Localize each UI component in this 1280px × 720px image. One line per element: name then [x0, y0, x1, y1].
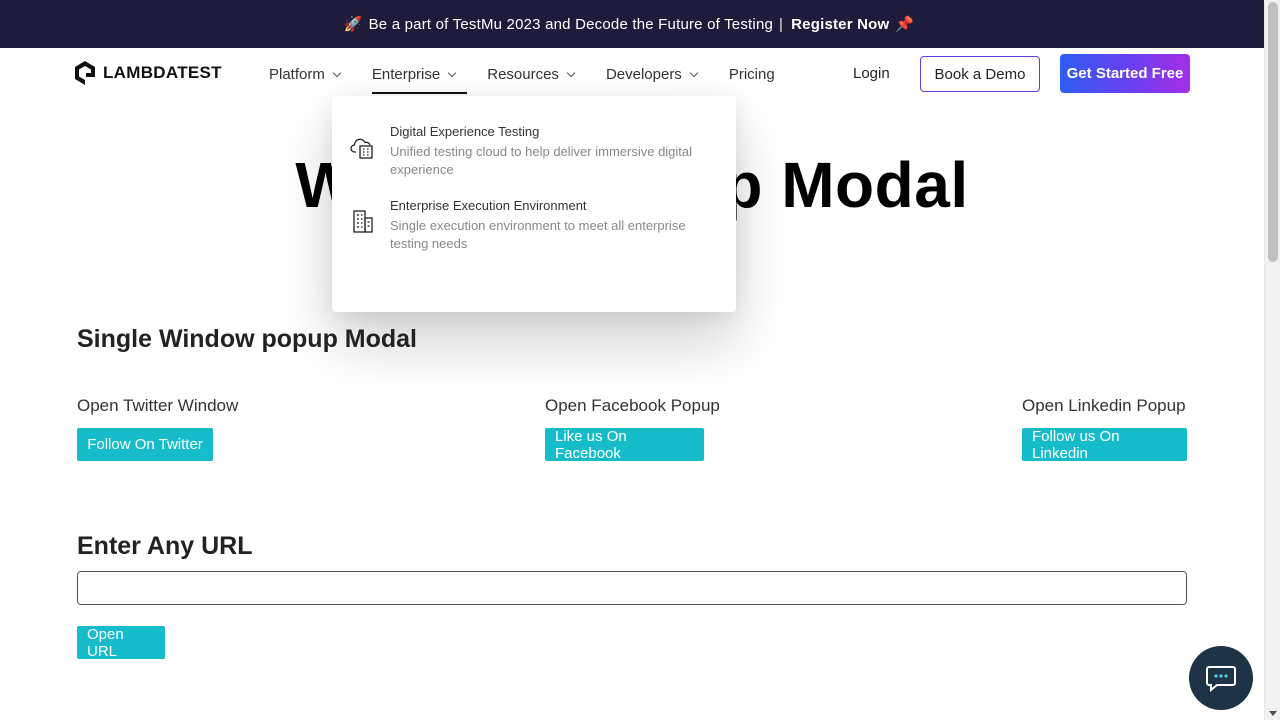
- login-link[interactable]: Login: [853, 65, 890, 82]
- rocket-icon: 🚀: [343, 16, 363, 33]
- nav-item-developers[interactable]: Developers: [605, 48, 699, 100]
- chat-widget-button[interactable]: [1189, 646, 1253, 710]
- dropdown-item-enterprise-execution[interactable]: Enterprise Execution Environment Single …: [350, 198, 700, 253]
- url-input[interactable]: [77, 571, 1187, 605]
- chevron-down-icon: [689, 68, 699, 77]
- dropdown-item-desc: Single execution environment to meet all…: [390, 218, 686, 251]
- like-facebook-button[interactable]: Like us On Facebook: [545, 428, 704, 462]
- dropdown-item-title: Enterprise Execution Environment: [390, 198, 587, 213]
- chat-icon: [1206, 666, 1236, 692]
- section-title-enter-url: Enter Any URL: [77, 532, 253, 560]
- follow-linkedin-button[interactable]: Follow us On Linkedin: [1022, 428, 1187, 462]
- scroll-down-icon[interactable]: [1269, 711, 1277, 716]
- nav-item-resources[interactable]: Resources: [487, 48, 576, 100]
- nav-item-pricing[interactable]: Pricing: [729, 48, 775, 100]
- dropdown-item-digital-experience[interactable]: Digital Experience Testing Unified testi…: [350, 124, 700, 179]
- dropdown-item-desc: Unified testing cloud to help deliver im…: [390, 144, 693, 177]
- logo-text: LAMBDATEST: [103, 63, 222, 82]
- announcement-bar: 🚀 Be a part of TestMu 2023 and Decode th…: [0, 0, 1264, 48]
- nav-item-label: Platform: [269, 65, 325, 83]
- nav-item-label: Pricing: [728, 65, 775, 83]
- main-menu: Platform Enterprise Resources Developers…: [269, 48, 807, 100]
- announcement-separator: |: [779, 15, 784, 33]
- cloud-building-icon: [350, 138, 373, 159]
- pin-icon: 📌: [895, 16, 915, 33]
- enterprise-dropdown: Digital Experience Testing Unified testi…: [332, 96, 736, 312]
- nav-item-platform[interactable]: Platform: [269, 48, 342, 100]
- facebook-label: Open Facebook Popup: [545, 396, 720, 415]
- chevron-down-icon: [332, 68, 342, 77]
- nav-item-label: Developers: [605, 65, 682, 83]
- follow-twitter-button[interactable]: Follow On Twitter: [77, 428, 213, 461]
- section-title-single-window: Single Window popup Modal: [77, 325, 418, 353]
- linkedin-label: Open Linkedin Popup: [1022, 396, 1186, 415]
- book-demo-button[interactable]: Book a Demo: [920, 56, 1040, 92]
- nav-item-label: Resources: [487, 65, 559, 83]
- nav-item-enterprise[interactable]: Enterprise: [371, 48, 468, 100]
- lambdatest-logo[interactable]: LAMBDATEST: [73, 60, 222, 86]
- nav-item-label: Enterprise: [371, 65, 441, 83]
- building-icon: [353, 210, 373, 233]
- scrollbar-thumb[interactable]: [1268, 2, 1278, 262]
- top-navbar: LAMBDATEST Platform Enterprise Resources…: [0, 48, 1264, 100]
- dropdown-item-title: Digital Experience Testing: [390, 124, 540, 139]
- lambdatest-logo-icon: [75, 61, 95, 85]
- page-scrollbar[interactable]: [1264, 0, 1280, 720]
- announcement-text: Be a part of TestMu 2023 and Decode the …: [368, 15, 774, 33]
- chevron-down-icon: [566, 68, 576, 77]
- register-now-link[interactable]: Register Now: [791, 16, 889, 33]
- open-url-button[interactable]: Open URL: [77, 626, 165, 660]
- get-started-button[interactable]: Get Started Free: [1060, 54, 1190, 93]
- chevron-down-icon: [447, 68, 457, 77]
- twitter-label: Open Twitter Window: [77, 396, 239, 415]
